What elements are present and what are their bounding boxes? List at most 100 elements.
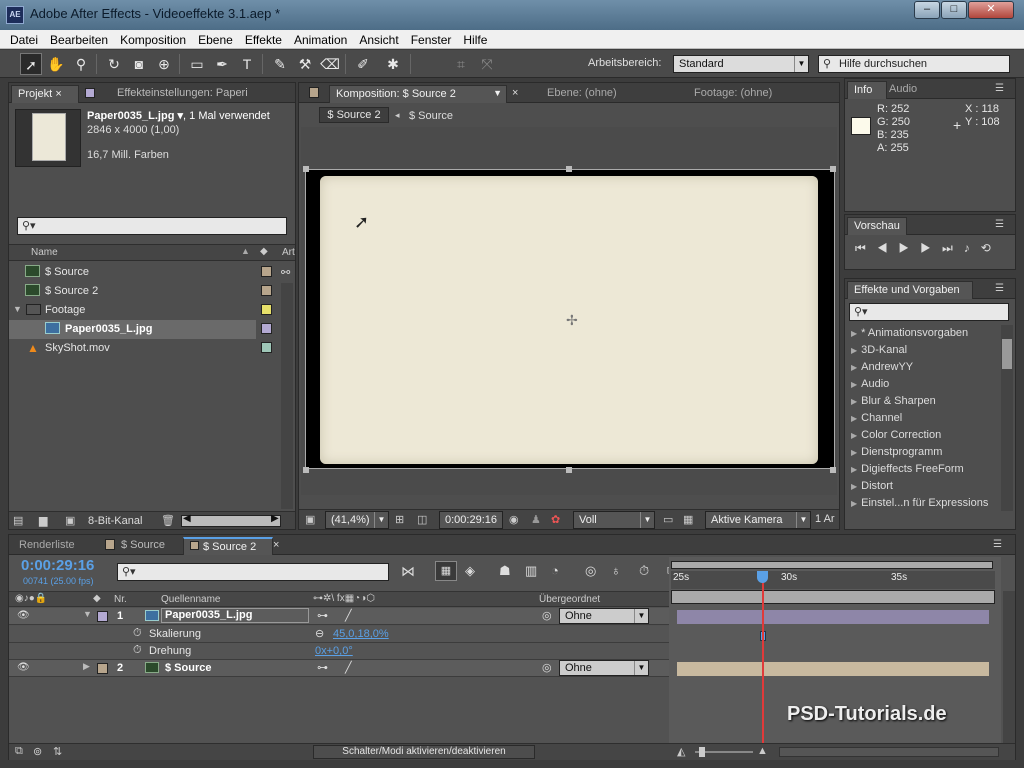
menu-ebene[interactable]: Ebene — [192, 30, 239, 47]
effect-category[interactable]: ▶ AndrewYY — [845, 359, 999, 376]
panel-menu-icon[interactable]: ☰ — [993, 539, 1009, 551]
label-swatch[interactable] — [261, 304, 272, 315]
bit-depth-button[interactable]: 8-Bit-Kanal — [88, 515, 142, 527]
panel-menu-icon[interactable]: ☰ — [995, 83, 1011, 95]
viewer-area[interactable]: ✢ ➚ — [301, 127, 837, 495]
rotate-tool-icon[interactable]: ↻ — [103, 53, 125, 75]
pen-tool-icon[interactable]: ✒ — [211, 53, 233, 75]
eraser-tool-icon[interactable]: ⌫ — [319, 53, 341, 75]
menu-effekte[interactable]: Effekte — [239, 30, 288, 47]
scroll-right-icon[interactable]: ▶ — [271, 513, 279, 524]
layer-name[interactable]: $ Source — [165, 662, 211, 674]
handle-icon[interactable] — [566, 467, 572, 473]
toggle-switches-modes-button[interactable]: Schalter/Modi aktivieren/deaktivieren — [313, 745, 535, 759]
parent-dropdown[interactable]: Ohne ▼ — [559, 660, 649, 676]
handle-icon[interactable] — [830, 166, 836, 172]
world-axis-icon[interactable]: ⤧ — [476, 53, 498, 75]
effects-scrollbar[interactable] — [1001, 325, 1013, 511]
panel-menu-icon[interactable]: ☰ — [995, 219, 1011, 231]
camera-dropdown[interactable]: Aktive Kamera ▼ — [705, 511, 811, 529]
menu-animation[interactable]: Animation — [288, 30, 353, 47]
grid-icon[interactable]: ⊞ — [395, 513, 404, 526]
pan-behind-tool-icon[interactable]: ⊕ — [153, 53, 175, 75]
work-area-bar[interactable] — [671, 590, 995, 604]
quality-switch-icon[interactable]: ╱ — [345, 661, 352, 674]
tab-layer[interactable]: Ebene: (ohne) — [547, 87, 617, 99]
column-name[interactable]: Name — [31, 247, 58, 258]
layer-bar-1[interactable] — [677, 610, 989, 624]
horizontal-scrollbar[interactable] — [779, 747, 999, 757]
effect-category[interactable]: ▶ Dienstprogramm — [845, 444, 999, 461]
selection-tool-icon[interactable]: ➚ — [20, 53, 42, 75]
breadcrumb-active[interactable]: $ Source 2 — [319, 107, 389, 123]
effect-category[interactable]: ▶ Audio — [845, 376, 999, 393]
always-preview-icon[interactable]: ▣ — [305, 513, 315, 526]
constrain-proportions-icon[interactable]: ⊖ — [315, 627, 324, 640]
time-ruler[interactable]: 25s 30s 35s — [671, 571, 995, 589]
effect-category[interactable]: ▶ Digieffects FreeForm — [845, 461, 999, 478]
effect-category[interactable]: ▶ * Animationsvorgaben — [845, 325, 999, 342]
previous-frame-icon[interactable]: ◀ — [877, 241, 899, 255]
menu-ansicht[interactable]: Ansicht — [353, 30, 404, 47]
effects-search-input[interactable]: ⚲▾ — [849, 303, 1009, 321]
axis-mode-icon[interactable]: ⌗ — [450, 53, 472, 75]
eye-icon[interactable]: 👁 — [17, 662, 30, 673]
breadcrumb-parent[interactable]: $ Source — [409, 110, 453, 122]
property-row[interactable]: ⏱ Skalierung ⊖ 45,0,18,0% — [9, 626, 677, 643]
loop-icon[interactable]: ⟲ — [981, 241, 1002, 255]
project-search-input[interactable]: ⚲▾ — [17, 217, 287, 235]
label-swatch[interactable] — [97, 611, 108, 622]
menu-bearbeiten[interactable]: Bearbeiten — [44, 30, 114, 47]
label-swatch[interactable] — [97, 663, 108, 674]
close-icon[interactable]: × — [512, 87, 518, 99]
table-row[interactable]: 👁 ▼ 1 Paper0035_L.jpg ⊶ ╱ ◎ Ohne ▼ — [9, 608, 677, 625]
audio-icon[interactable]: ♪ — [964, 241, 981, 255]
interpret-footage-icon[interactable]: ▤ — [13, 514, 23, 527]
color-channels-icon[interactable]: ✿ — [551, 513, 560, 526]
zoom-tool-icon[interactable]: ⚲ — [70, 53, 92, 75]
transparency-grid-icon[interactable]: ▦ — [683, 513, 693, 526]
menu-fenster[interactable]: Fenster — [405, 30, 458, 47]
auto-keyframe-icon[interactable]: ♁ — [611, 563, 621, 578]
menu-komposition[interactable]: Komposition — [114, 30, 192, 47]
current-time-display[interactable]: 0:00:29:16 — [439, 511, 503, 529]
snapshot-camera-icon[interactable]: ◉ — [509, 513, 519, 526]
layer-bar-2[interactable] — [677, 662, 989, 676]
play-icon[interactable]: ▶ — [899, 241, 921, 255]
composition-frame[interactable]: ✢ ➚ — [305, 169, 835, 469]
table-row[interactable]: 👁 ▶ 2 $ Source ⊶ ╱ ◎ Ohne ▼ — [9, 660, 677, 677]
tab-source-2[interactable]: $ Source 2 — [183, 537, 273, 555]
brush-tool-icon[interactable]: ✎ — [269, 53, 291, 75]
new-folder-icon[interactable]: ▆ — [39, 514, 47, 527]
frame-blending-icon[interactable]: ▥ — [525, 563, 537, 579]
playhead-line[interactable] — [762, 573, 764, 743]
tab-preview[interactable]: Vorschau — [847, 217, 907, 235]
column-parent[interactable]: Übergeordnet — [539, 594, 600, 605]
zoom-dropdown[interactable]: (41,4%) ▼ — [325, 511, 389, 529]
help-search-input[interactable]: ⚲ Hilfe durchsuchen — [818, 55, 1010, 73]
zoom-in-icon[interactable]: ▲ — [757, 745, 768, 757]
text-tool-icon[interactable]: T — [236, 53, 258, 75]
tab-project[interactable]: Projekt × — [11, 85, 79, 103]
transfer-controls-icon[interactable]: ⊚ — [33, 745, 42, 758]
expand-triangle-icon[interactable]: ▼ — [83, 609, 92, 619]
last-frame-icon[interactable]: ⏭ — [942, 241, 964, 255]
close-icon[interactable]: × — [273, 539, 279, 551]
zoom-slider-thumb[interactable] — [699, 747, 705, 757]
layer-name[interactable]: Paper0035_L.jpg — [161, 608, 309, 623]
menu-hilfe[interactable]: Hilfe — [457, 30, 493, 47]
expand-triangle-icon[interactable]: ▼ — [13, 304, 22, 314]
next-frame-icon[interactable]: ▶ — [920, 241, 942, 255]
parent-dropdown[interactable]: Ohne ▼ — [559, 608, 649, 624]
list-item[interactable]: ▲ SkyShot.mov — [9, 339, 279, 358]
scale-value[interactable]: 45,0,18,0% — [333, 628, 389, 640]
zoom-out-icon[interactable]: ◭ — [677, 745, 685, 758]
close-icon[interactable]: × — [55, 88, 61, 100]
column-type[interactable]: Art — [282, 247, 295, 258]
stopwatch-icon[interactable]: ⏱ — [133, 627, 142, 640]
rectangle-tool-icon[interactable]: ▭ — [186, 53, 208, 75]
motion-blur-icon[interactable]: ◔ — [551, 563, 559, 578]
timeline-timecode[interactable]: 0:00:29:16 — [21, 557, 94, 574]
sort-icon[interactable]: ▲ — [241, 246, 250, 256]
pickwhip-icon[interactable]: ◎ — [542, 661, 552, 674]
